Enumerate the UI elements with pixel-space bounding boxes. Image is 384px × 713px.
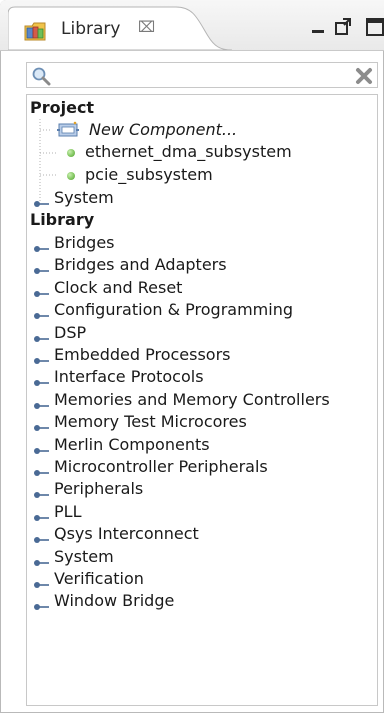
tab-title: Library: [61, 19, 121, 39]
maximize-icon[interactable]: [335, 18, 351, 36]
green-dot-icon: [67, 149, 75, 157]
search-input[interactable]: [57, 65, 341, 87]
green-dot-icon: [67, 172, 75, 180]
tree-item-label: Embedded Processors: [54, 345, 231, 364]
tab-bar: Library ⌧: [0, 0, 384, 51]
expand-icon[interactable]: [33, 529, 53, 544]
expand-icon[interactable]: [33, 238, 53, 252]
expand-icon[interactable]: [33, 350, 53, 364]
expand-icon[interactable]: [33, 440, 53, 454]
expand-icon[interactable]: [33, 574, 53, 588]
tree-item-label: Bridges: [54, 233, 115, 252]
tree-item-label: Window Bridge: [54, 591, 175, 611]
tree-item-label: Memories and Memory Controllers: [54, 389, 330, 409]
tree-item-label: Qsys Interconnect: [54, 524, 199, 544]
tree-item-label: PLL: [54, 501, 82, 521]
expand-icon[interactable]: [33, 507, 53, 521]
tree-item-label: Peripherals: [54, 479, 144, 499]
tree-item-label: Bridges and Adapters: [54, 255, 227, 275]
tree-item-label: Merlin Components: [54, 434, 210, 454]
expand-icon[interactable]: [33, 328, 53, 342]
tree-item-label: Memory Test Microcores: [54, 412, 247, 432]
new-component-icon: [57, 121, 81, 139]
tree-item-label: DSP: [54, 322, 87, 342]
tree-item-label: System: [54, 188, 114, 207]
search-box: [26, 62, 378, 88]
expand-icon[interactable]: [33, 283, 53, 297]
tree-item-label: Microcontroller Peripherals: [54, 457, 268, 476]
expand-icon[interactable]: [33, 372, 53, 387]
tree-item-label: Interface Protocols: [54, 367, 204, 387]
tree-item-label: New Component...: [89, 120, 238, 139]
expand-icon[interactable]: [33, 193, 53, 207]
expand-icon[interactable]: [33, 417, 53, 432]
expand-icon[interactable]: [33, 552, 53, 566]
expand-icon[interactable]: [33, 395, 53, 409]
expand-icon[interactable]: [33, 260, 53, 275]
library-heading: Library: [30, 210, 95, 229]
tab-library[interactable]: Library ⌧: [8, 6, 232, 50]
view-menu-icon[interactable]: [366, 18, 384, 36]
tree-item-label: Verification: [54, 569, 144, 588]
expand-icon[interactable]: [33, 484, 53, 499]
library-book-icon: [23, 20, 47, 42]
close-icon[interactable]: ⌧: [138, 18, 155, 36]
tree-item-label: System: [54, 546, 114, 566]
component-tree[interactable]: Project New Component... ethernet_dma_su…: [26, 94, 378, 706]
tree-item-label: ethernet_dma_subsystem: [85, 142, 292, 161]
minimize-icon[interactable]: [312, 30, 324, 33]
tree-item-label: Clock and Reset: [54, 277, 183, 297]
tree-item-label: Configuration & Programming: [54, 300, 293, 320]
expand-icon[interactable]: [33, 596, 53, 611]
tree-item-label: pcie_subsystem: [85, 165, 213, 184]
clear-icon[interactable]: [355, 67, 373, 85]
search-icon: [31, 66, 51, 86]
expand-icon[interactable]: [33, 305, 53, 320]
expand-icon[interactable]: [33, 462, 53, 476]
